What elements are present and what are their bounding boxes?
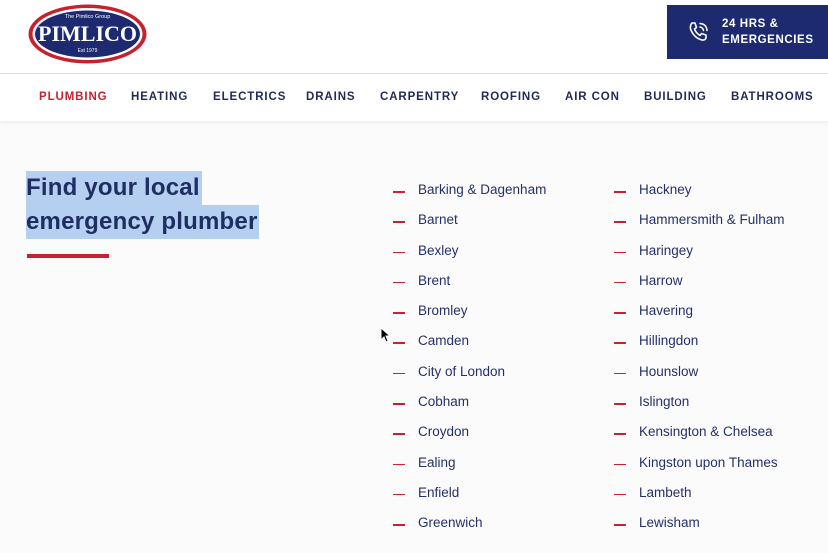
area-label: Brent — [418, 272, 451, 288]
area-label: Croydon — [418, 424, 470, 440]
emergency-line1: 24 HRS & — [722, 18, 779, 30]
dash-icon — [393, 403, 405, 405]
dash-icon — [393, 463, 405, 466]
nav-item-bathrooms[interactable]: BATHROOMS — [731, 91, 814, 103]
area-label: Greenwich — [418, 515, 483, 531]
page-heading: Find your local emergency plumber — [26, 171, 260, 239]
dash-icon — [393, 524, 405, 526]
mouse-cursor-icon — [380, 327, 390, 343]
area-label: Barking & Dagenham — [418, 182, 547, 197]
nav-item-heating[interactable]: HEATING — [131, 91, 188, 103]
nav-item-air-con[interactable]: AIR CON — [565, 91, 620, 103]
area-label: Kensington & Chelsea — [639, 424, 773, 440]
area-label: Hillingdon — [639, 333, 699, 349]
area-label: Camden — [418, 333, 470, 349]
area-label: Lewisham — [639, 515, 700, 531]
logo-name: PIMLICO — [38, 21, 137, 46]
dash-icon — [614, 191, 626, 193]
dash-icon — [614, 433, 626, 435]
area-label: Bromley — [418, 303, 468, 319]
dash-icon — [614, 524, 626, 526]
area-label: Enfield — [418, 484, 460, 500]
area-label: Hounslow — [639, 363, 699, 379]
dash-icon — [614, 463, 626, 466]
area-label: Kingston upon Thames — [639, 454, 778, 470]
nav-item-plumbing[interactable]: PLUMBING — [39, 91, 108, 103]
logo-est: Est 1979 — [78, 48, 98, 54]
nav-item-roofing[interactable]: ROOFING — [481, 91, 541, 103]
area-label: City of London — [418, 363, 506, 379]
area-label: Haringey — [639, 242, 694, 258]
area-label: Ealing — [418, 454, 456, 470]
emergency-button[interactable]: 24 HRS & EMERGENCIES — [667, 5, 828, 59]
area-label: Harrow — [639, 272, 683, 288]
area-label: Islington — [639, 394, 690, 410]
dash-icon — [614, 403, 626, 405]
dash-icon — [614, 251, 626, 254]
dash-icon — [393, 191, 405, 193]
nav-item-building[interactable]: BUILDING — [644, 91, 707, 103]
phone-ringing-icon — [689, 22, 708, 41]
dash-icon — [393, 433, 405, 435]
pimlico-logo[interactable]: The Pimlico Group PIMLICO Est 1979 — [27, 3, 148, 65]
dash-icon — [393, 251, 405, 254]
heading-line-2: emergency plumber — [26, 205, 260, 239]
dash-icon — [614, 281, 626, 284]
dash-icon — [393, 493, 405, 496]
area-label: Bexley — [418, 242, 459, 258]
dash-icon — [614, 312, 626, 314]
dash-icon — [393, 312, 405, 314]
area-label: Hackney — [639, 182, 692, 197]
logo-group-text: The Pimlico Group — [65, 14, 111, 20]
site-header: The Pimlico Group PIMLICO Est 1979 24 HR… — [0, 0, 828, 74]
dash-icon — [393, 342, 405, 344]
dash-icon — [614, 493, 626, 496]
dash-icon — [393, 221, 405, 223]
dash-icon — [614, 372, 626, 375]
nav-item-electrics[interactable]: ELECTRICS — [213, 91, 286, 103]
main-nav: PLUMBING HEATING ELECTRICS DRAINS CARPEN… — [0, 74, 828, 121]
heading-underline — [27, 254, 109, 258]
area-label: Lambeth — [639, 484, 692, 500]
area-label: Havering — [639, 303, 694, 319]
dash-icon — [393, 281, 405, 284]
dash-icon — [614, 221, 626, 223]
heading-line-1: Find your local — [26, 171, 202, 205]
dash-icon — [393, 372, 405, 375]
area-label: Cobham — [418, 394, 470, 410]
dash-icon — [614, 342, 626, 344]
nav-item-carpentry[interactable]: CARPENTRY — [380, 91, 459, 103]
area-label: Hammersmith & Fulham — [639, 212, 785, 228]
nav-item-drains[interactable]: DRAINS — [306, 91, 356, 103]
emergency-line2: EMERGENCIES — [722, 34, 814, 46]
area-label: Barnet — [418, 212, 458, 228]
